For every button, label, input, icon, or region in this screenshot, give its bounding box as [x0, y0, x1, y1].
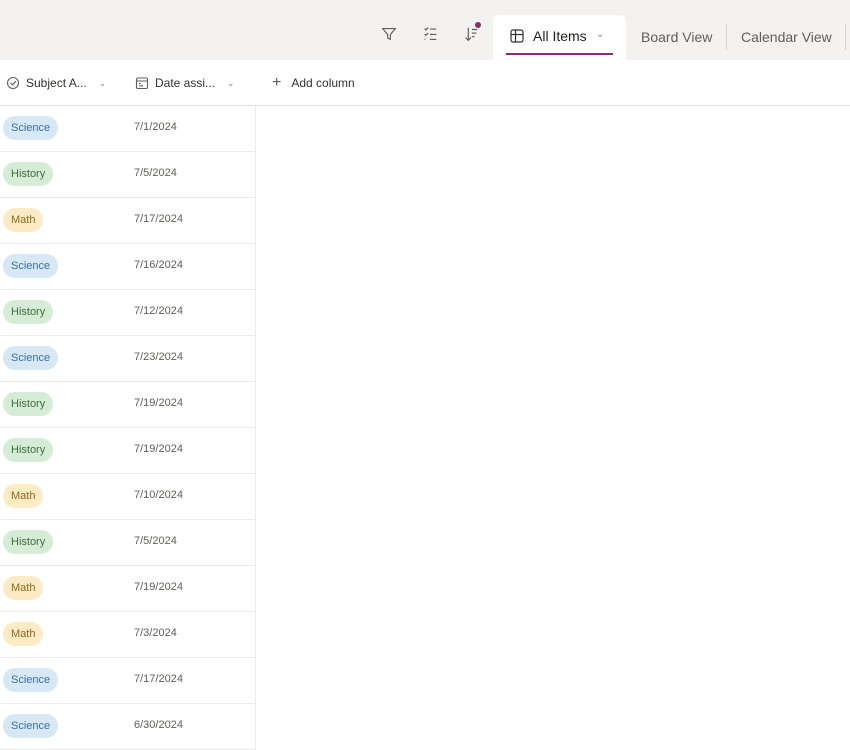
column-header-date-label: Date assi... — [155, 76, 216, 90]
date-cell: 7/17/2024 — [134, 213, 183, 225]
command-bar: All Items ⌄ Board View Calendar View — [0, 0, 850, 60]
column-header-subject-label: Subject A... — [26, 76, 87, 90]
date-cell: 7/19/2024 — [134, 581, 183, 593]
subject-pill[interactable]: Science — [3, 714, 59, 738]
date-cell: 7/19/2024 — [134, 443, 183, 455]
column-header-date[interactable]: Date assi... ⌄ — [135, 76, 235, 90]
group-icon[interactable] — [420, 24, 440, 44]
table-row[interactable]: Math 7/10/2024 — [0, 474, 256, 520]
table-row[interactable]: Math 7/19/2024 — [0, 566, 256, 612]
grid-icon — [509, 28, 525, 44]
subject-pill[interactable]: History — [3, 530, 54, 554]
table-row[interactable]: Science 7/1/2024 — [0, 106, 256, 152]
date-cell: 7/17/2024 — [134, 673, 183, 685]
tab-divider — [845, 24, 846, 50]
sort-icon[interactable] — [461, 22, 481, 44]
filter-icon[interactable] — [379, 24, 399, 44]
choice-icon — [6, 76, 20, 90]
table-row[interactable]: Math 7/3/2024 — [0, 612, 256, 658]
table-row[interactable]: History 7/19/2024 — [0, 428, 256, 474]
column-header-row: Subject A... ⌄ Date assi... ⌄ + Add colu… — [0, 60, 850, 106]
subject-pill[interactable]: Math — [3, 576, 44, 600]
date-cell: 7/16/2024 — [134, 259, 183, 271]
table-row[interactable]: History 7/5/2024 — [0, 520, 256, 566]
plus-icon: + — [272, 74, 282, 91]
subject-pill[interactable]: Science — [3, 116, 59, 140]
subject-pill[interactable]: Math — [3, 484, 44, 508]
subject-pill[interactable]: Science — [3, 254, 59, 278]
subject-pill[interactable]: History — [3, 438, 54, 462]
column-header-subject[interactable]: Subject A... ⌄ — [6, 76, 106, 90]
subject-pill[interactable]: Science — [3, 668, 59, 692]
tab-all-items-label: All Items — [533, 28, 587, 44]
date-cell: 6/30/2024 — [134, 719, 183, 731]
calendar-icon — [135, 76, 149, 90]
sort-active-indicator — [475, 22, 481, 28]
table-row[interactable]: Science 7/17/2024 — [0, 658, 256, 704]
date-cell: 7/19/2024 — [134, 397, 183, 409]
subject-pill[interactable]: History — [3, 162, 54, 186]
date-cell: 7/5/2024 — [134, 167, 177, 179]
active-tab-underline — [506, 53, 613, 55]
tab-calendar-view[interactable]: Calendar View — [741, 29, 832, 45]
add-column-label: Add column — [291, 76, 355, 90]
table-row[interactable]: Science 7/16/2024 — [0, 244, 256, 290]
date-cell: 7/10/2024 — [134, 489, 183, 501]
subject-pill[interactable]: History — [3, 300, 54, 324]
date-cell: 7/12/2024 — [134, 305, 183, 317]
subject-pill[interactable]: Science — [3, 346, 59, 370]
add-column-button[interactable]: + Add column — [272, 74, 355, 91]
date-cell: 7/5/2024 — [134, 535, 177, 547]
table-row[interactable]: History 7/12/2024 — [0, 290, 256, 336]
date-cell: 7/23/2024 — [134, 351, 183, 363]
chevron-down-icon[interactable]: ⌄ — [596, 29, 604, 40]
list-rows: Science 7/1/2024 History 7/5/2024 Math 7… — [0, 106, 256, 750]
tab-divider — [726, 24, 727, 50]
date-cell: 7/1/2024 — [134, 121, 177, 133]
subject-pill[interactable]: Math — [3, 622, 44, 646]
tab-all-items[interactable]: All Items ⌄ — [493, 15, 626, 60]
date-cell: 7/3/2024 — [134, 627, 177, 639]
subject-pill[interactable]: History — [3, 392, 54, 416]
subject-pill[interactable]: Math — [3, 208, 44, 232]
chevron-down-icon[interactable]: ⌄ — [99, 78, 107, 89]
table-row[interactable]: Math 7/17/2024 — [0, 198, 256, 244]
table-row[interactable]: History 7/5/2024 — [0, 152, 256, 198]
table-row[interactable]: History 7/19/2024 — [0, 382, 256, 428]
tab-board-view[interactable]: Board View — [641, 29, 712, 45]
chevron-down-icon[interactable]: ⌄ — [227, 78, 235, 89]
table-row[interactable]: Science 7/23/2024 — [0, 336, 256, 382]
table-row[interactable]: Science 6/30/2024 — [0, 704, 256, 750]
